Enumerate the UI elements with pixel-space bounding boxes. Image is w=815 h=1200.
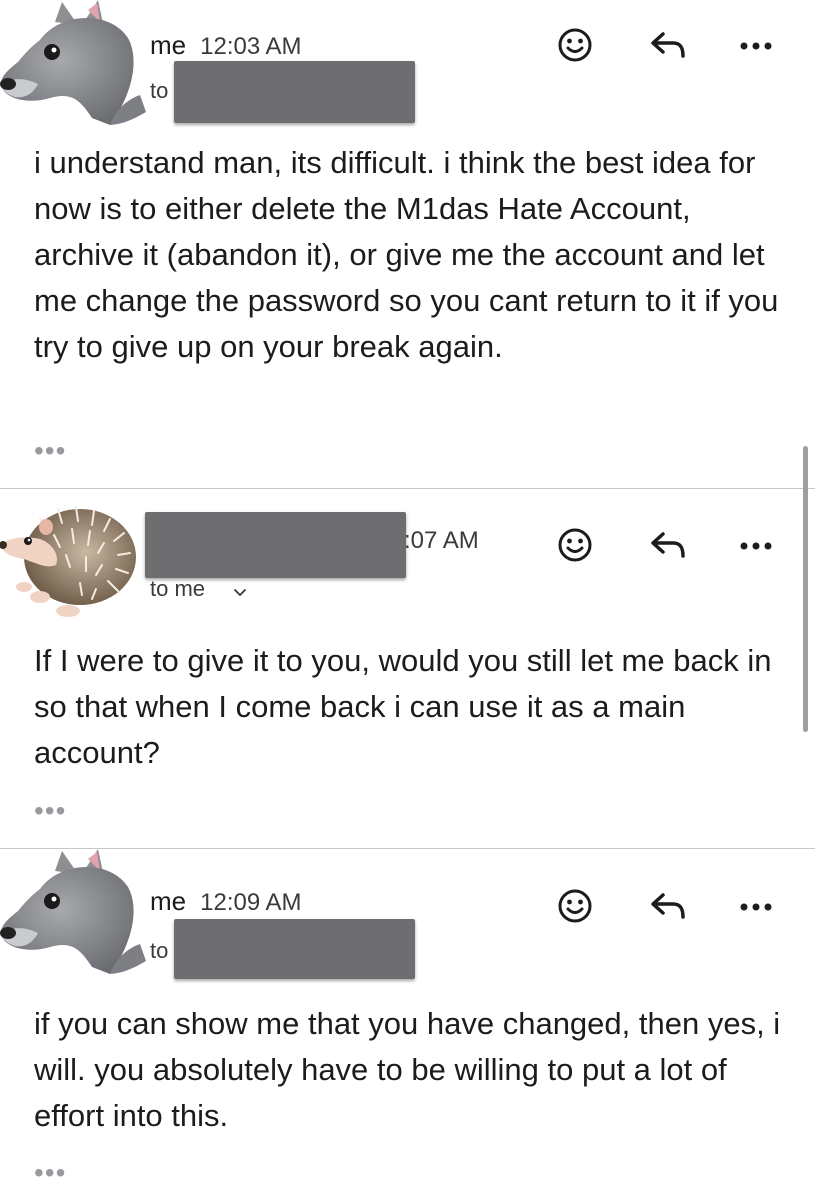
recipient-label[interactable]: to <box>150 78 168 104</box>
reply-button[interactable] <box>645 885 691 931</box>
more-options-icon <box>738 538 774 556</box>
wolf-avatar[interactable] <box>0 849 150 984</box>
email-message-1: me 12:03 AM to i understand man, its dif… <box>0 0 815 488</box>
wolf-avatar[interactable] <box>0 0 150 135</box>
timestamp: 12:09 AM <box>200 889 302 916</box>
reply-icon <box>649 30 687 65</box>
reply-button[interactable] <box>645 524 691 570</box>
redacted-sender <box>145 512 406 578</box>
scrollbar[interactable] <box>803 446 808 732</box>
more-options-button[interactable] <box>733 524 779 570</box>
chevron-down-icon[interactable] <box>234 584 246 602</box>
more-options-button[interactable] <box>733 885 779 931</box>
email-message-3: me 12:09 AM to if you can show me that y… <box>0 849 815 1200</box>
sender-row: me 12:09 AM <box>150 886 302 917</box>
redacted-recipient <box>174 61 415 123</box>
more-options-icon <box>738 899 774 917</box>
more-options-icon <box>738 38 774 56</box>
message-body: i understand man, its difficult. i think… <box>34 145 779 364</box>
message-body: if you can show me that you have changed… <box>34 1006 781 1133</box>
redacted-recipient <box>174 919 415 979</box>
hedgehog-avatar[interactable] <box>0 499 140 629</box>
emoji-reaction-icon <box>557 888 593 929</box>
emoji-reaction-icon <box>557 27 593 68</box>
emoji-reaction-button[interactable] <box>552 24 598 70</box>
show-trimmed-content[interactable]: ••• <box>34 435 66 467</box>
emoji-reaction-icon <box>557 527 593 568</box>
sender-name[interactable]: me <box>150 886 186 917</box>
reply-icon <box>649 891 687 926</box>
timestamp: :07 AM <box>404 527 479 554</box>
emoji-reaction-button[interactable] <box>552 885 598 931</box>
reply-button[interactable] <box>645 24 691 70</box>
recipient-label[interactable]: to me <box>150 576 205 602</box>
reply-icon <box>649 530 687 565</box>
email-message-2: :07 AM to me If I were to give it to you… <box>0 489 815 847</box>
sender-name[interactable]: me <box>150 30 186 61</box>
message-body: If I were to give it to you, would you s… <box>34 643 772 770</box>
more-options-button[interactable] <box>733 24 779 70</box>
recipient-label[interactable]: to <box>150 938 168 964</box>
show-trimmed-content[interactable]: ••• <box>34 1157 66 1189</box>
timestamp: 12:03 AM <box>200 33 302 60</box>
show-trimmed-content[interactable]: ••• <box>34 795 66 827</box>
emoji-reaction-button[interactable] <box>552 524 598 570</box>
sender-row: me 12:03 AM <box>150 30 302 61</box>
